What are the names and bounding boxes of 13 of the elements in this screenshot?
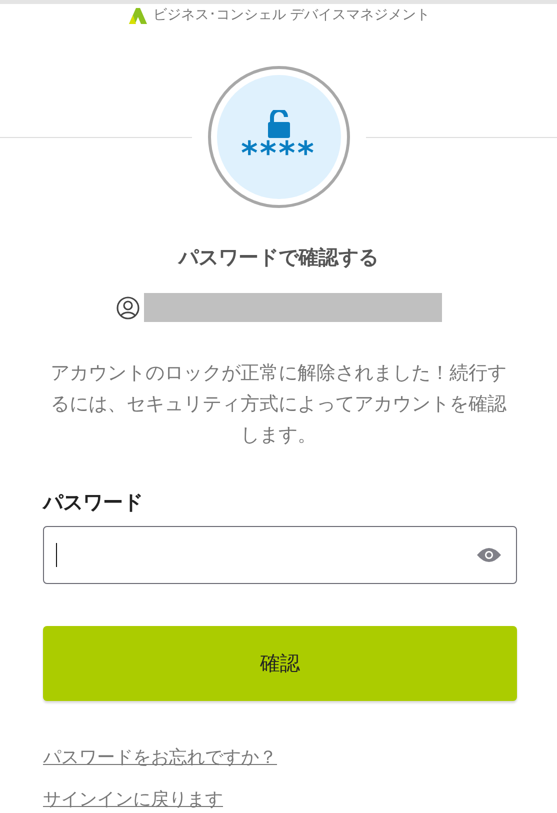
logo-icon	[126, 6, 149, 24]
confirm-button[interactable]: 確認	[43, 626, 517, 701]
page-title: パスワードで確認する	[176, 244, 380, 271]
unlocked-padlock-icon	[266, 110, 290, 138]
eye-icon[interactable]	[476, 547, 502, 563]
status-message: アカウントのロックが正常に解除されました！続行するには、セキュリティ方式によってアカウントを確認します。	[50, 361, 508, 448]
text-link[interactable]: パスワードをお忘れですか？	[43, 745, 277, 769]
text-link[interactable]: サインインに戻ります	[43, 787, 223, 811]
masked-password: ****	[241, 138, 316, 164]
password-label: パスワード	[43, 489, 144, 516]
brand-name: ビジネス･コンシェル デバイスマネジメント	[152, 6, 430, 24]
user-icon	[116, 296, 140, 320]
password-field[interactable]	[43, 526, 517, 584]
